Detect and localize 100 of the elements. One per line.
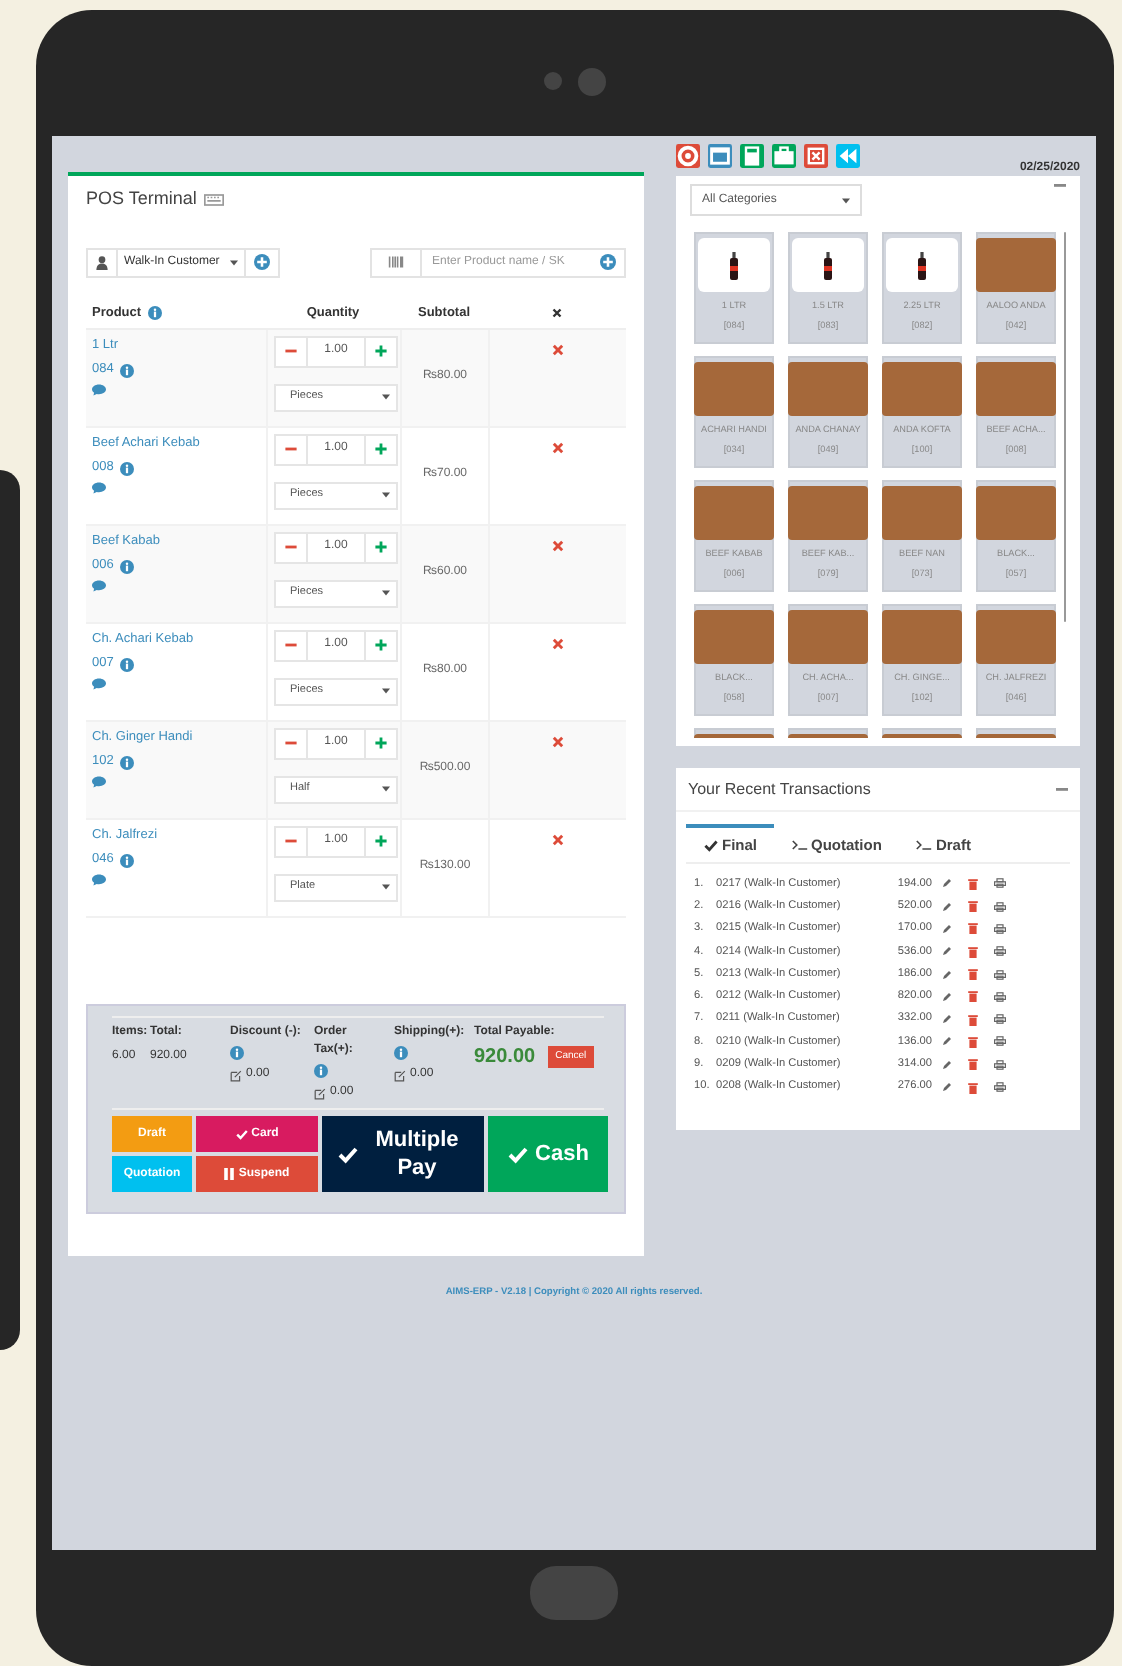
photo-placeholder <box>788 486 868 540</box>
minus-icon <box>284 344 299 358</box>
plus-icon <box>373 834 388 848</box>
check-icon <box>507 1144 528 1164</box>
minus-icon <box>284 638 299 652</box>
window-icon[interactable] <box>708 144 732 168</box>
photo-placeholder <box>694 610 774 664</box>
minus-icon <box>284 540 299 554</box>
plus-icon <box>373 638 388 652</box>
minus-icon <box>284 736 299 750</box>
trash-icon[interactable] <box>968 1013 978 1026</box>
edit-icon[interactable] <box>230 1069 242 1081</box>
scrollbar[interactable] <box>1064 232 1066 622</box>
trash-icon[interactable] <box>968 922 978 935</box>
caret-icon <box>230 259 238 265</box>
user-icon <box>96 255 108 269</box>
bottle-icon <box>730 251 738 279</box>
caret-icon <box>382 492 390 498</box>
minus-icon <box>284 442 299 456</box>
trash-icon[interactable] <box>968 1058 978 1071</box>
plus-icon <box>373 736 388 750</box>
trash-icon[interactable] <box>968 990 978 1003</box>
edit-icon[interactable] <box>314 1087 326 1099</box>
caret-icon <box>382 394 390 400</box>
comment-icon[interactable] <box>92 678 106 690</box>
comment-icon[interactable] <box>92 482 106 494</box>
comment-icon[interactable] <box>92 384 106 396</box>
terminal-icon <box>791 840 808 851</box>
photo-placeholder <box>788 610 868 664</box>
bottle-icon <box>824 251 832 279</box>
caret-icon <box>382 786 390 792</box>
close-icon[interactable] <box>804 144 828 168</box>
photo-placeholder <box>976 486 1056 540</box>
info-icon <box>147 306 162 320</box>
multiple-pay-button[interactable]: Multiple Pay <box>322 1116 484 1192</box>
barcode-icon <box>388 256 404 268</box>
edit-icon[interactable] <box>394 1069 406 1081</box>
photo-placeholder <box>882 362 962 416</box>
trash-icon[interactable] <box>968 1081 978 1094</box>
info-icon <box>394 1046 408 1060</box>
trash-icon[interactable] <box>968 945 978 958</box>
terminal-icon <box>915 840 932 851</box>
remove-icon[interactable] <box>552 441 564 453</box>
edit-icon[interactable] <box>942 1082 952 1093</box>
close-icon <box>552 308 562 318</box>
comment-icon[interactable] <box>92 580 106 592</box>
comment-icon[interactable] <box>92 874 106 886</box>
info-icon <box>119 461 134 476</box>
calculator-icon[interactable] <box>740 144 764 168</box>
remove-icon[interactable] <box>552 637 564 649</box>
info-icon <box>119 363 134 378</box>
caret-icon <box>382 884 390 890</box>
remove-icon[interactable] <box>552 833 564 845</box>
caret-icon <box>382 688 390 694</box>
camera-lens <box>577 67 605 95</box>
photo-placeholder <box>882 486 962 540</box>
check-icon <box>337 1144 357 1164</box>
edit-icon[interactable] <box>942 1059 952 1070</box>
trash-icon[interactable] <box>968 1035 978 1048</box>
info-icon <box>314 1064 328 1078</box>
trash-icon[interactable] <box>968 968 978 981</box>
info-icon <box>119 853 134 868</box>
photo-placeholder <box>976 610 1056 664</box>
briefcase-icon[interactable] <box>772 144 796 168</box>
keyboard-icon <box>204 193 225 206</box>
camera-dot <box>543 72 561 90</box>
plus-icon <box>373 442 388 456</box>
caret-icon <box>842 197 850 203</box>
remove-icon[interactable] <box>552 539 564 551</box>
total-payable-amount: 920.00 <box>474 1044 536 1072</box>
photo-placeholder <box>976 362 1056 416</box>
photo-placeholder <box>788 362 868 416</box>
plus-icon <box>373 540 388 554</box>
add-icon[interactable] <box>600 254 616 270</box>
bottle-icon <box>918 251 926 279</box>
rewind-icon[interactable] <box>836 144 860 168</box>
remove-icon[interactable] <box>552 343 564 355</box>
panel-title: POS Terminal <box>86 186 197 212</box>
pause-icon <box>224 1168 235 1180</box>
check-icon <box>704 838 718 853</box>
info-icon <box>230 1046 244 1060</box>
lifebuoy-icon[interactable] <box>676 144 700 168</box>
trash-icon[interactable] <box>968 900 978 913</box>
info-icon <box>119 657 134 672</box>
add-icon[interactable] <box>254 254 270 270</box>
panel-title: Your Recent Transactions <box>688 777 871 801</box>
info-icon <box>119 559 134 574</box>
trash-icon[interactable] <box>968 877 978 890</box>
edit-icon[interactable] <box>942 878 952 889</box>
plus-icon <box>373 344 388 358</box>
photo-placeholder <box>694 362 774 416</box>
check-icon <box>235 1128 248 1140</box>
info-icon <box>119 755 134 770</box>
remove-icon[interactable] <box>552 735 564 747</box>
minus-icon <box>284 834 299 848</box>
edit-icon[interactable] <box>942 946 952 957</box>
photo-placeholder <box>976 238 1056 292</box>
comment-icon[interactable] <box>92 776 106 788</box>
photo-placeholder <box>882 610 962 664</box>
photo-placeholder <box>694 486 774 540</box>
